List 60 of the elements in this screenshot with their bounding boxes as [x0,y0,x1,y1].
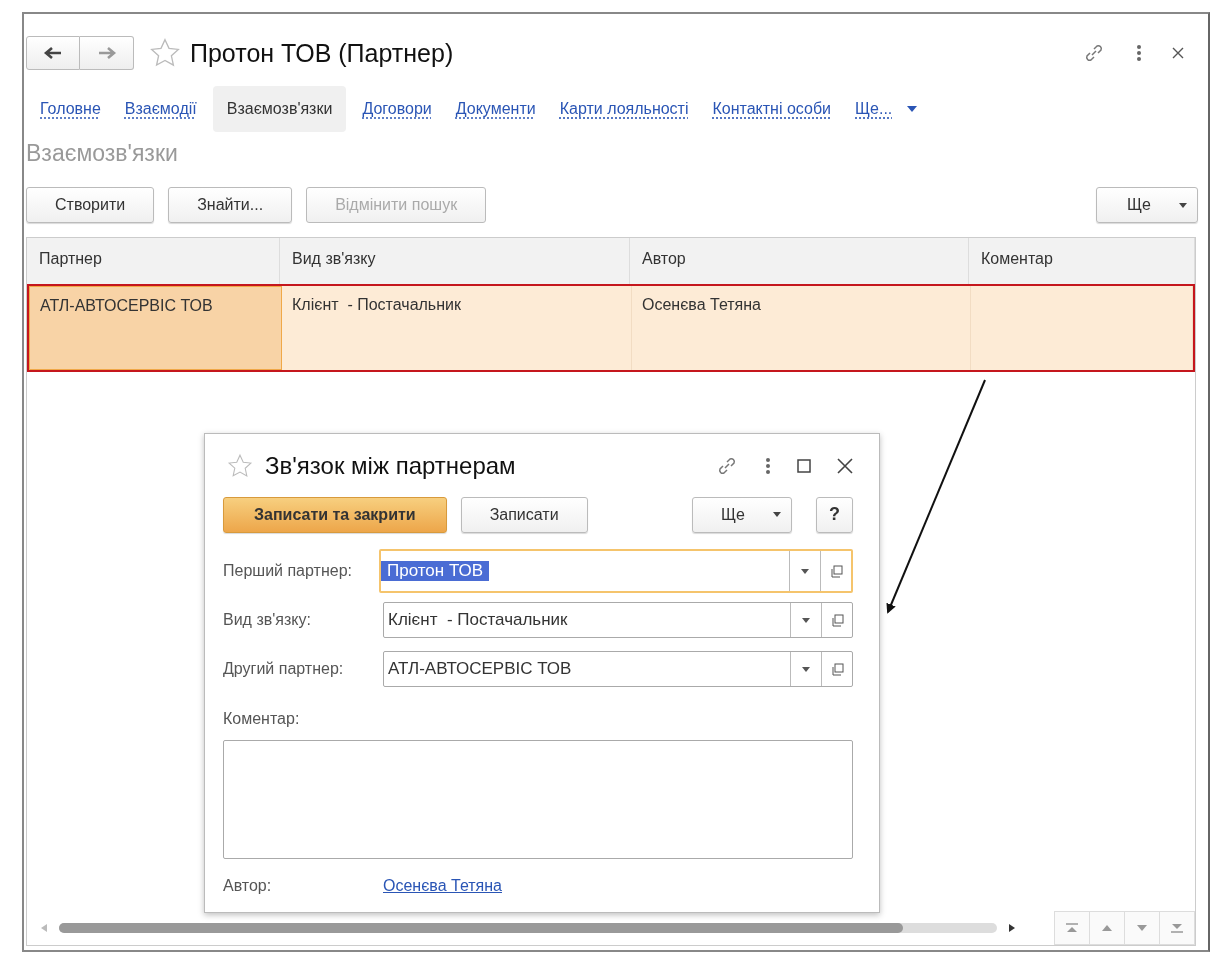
more-button[interactable]: Ще [1096,187,1198,223]
tab[interactable]: Карти лояльності [551,86,697,132]
tab[interactable]: Договори [354,86,440,132]
tab[interactable]: Головне [32,86,109,132]
dropdown-icon[interactable] [801,568,809,574]
close-icon[interactable] [837,458,853,475]
author-link[interactable]: Осенєва Тетяна [383,876,502,895]
caret-icon [1179,202,1187,208]
caret-icon [906,105,919,113]
toolbar-button[interactable]: Знайти... [168,187,293,223]
open-icon[interactable] [829,564,843,578]
scroll-right-icon[interactable] [1009,924,1015,932]
more-button[interactable]: Ще [692,496,792,533]
dialog-title: Зв'язок між партнерам [265,452,516,481]
caret-icon [773,512,781,518]
toolbar-button[interactable]: Створити [26,187,155,223]
table-row[interactable]: АТЛ-АВТОСЕРВІС ТОВ Клієнт - Постачальник Осенєва Тетяна [27,284,1195,372]
up-icon [1100,924,1114,932]
field-label: Перший партнер: [223,562,353,581]
table-cell: АТЛ-АВТОСЕРВІС ТОВ [29,286,282,370]
more-tabs-link[interactable]: Ще... [847,86,927,132]
scroll-up-button[interactable] [1089,911,1125,945]
window-title: Протон ТОВ (Партнер) [190,38,454,68]
author-label: Автор: [223,876,273,895]
help-button[interactable]: ? [816,496,853,533]
last-icon [1170,923,1184,933]
more-options-icon[interactable] [1136,44,1142,62]
open-icon[interactable] [830,613,844,627]
star-icon[interactable] [148,37,182,69]
first-icon [1065,923,1079,933]
more-options-icon[interactable] [765,457,771,476]
open-icon[interactable] [830,662,844,676]
section-title: Взаємозв'язки [25,139,179,167]
dropdown-icon[interactable] [802,666,810,672]
tab[interactable]: Взаємодії [116,86,205,132]
right-arrow-icon [96,46,117,60]
save-and-close-button[interactable]: Записати та закрити [223,496,447,533]
tab[interactable]: Контактні особи [704,86,840,132]
input-field[interactable]: АТЛ-АВТОСЕРВІС ТОВ [383,651,853,688]
close-icon[interactable] [1172,47,1184,59]
field-label: Вид зв'язку: [223,611,312,630]
dropdown-icon[interactable] [802,617,810,623]
comment-label: Коментар: [223,708,301,729]
left-arrow-icon [43,46,63,60]
comment-field[interactable] [223,739,853,860]
maximize-icon[interactable] [797,459,811,474]
tab[interactable]: Взаємозв'язки [212,86,347,132]
table-cell: Осенєва Тетяна [632,286,971,370]
tab[interactable]: Документи [447,86,544,132]
input-field[interactable]: Клієнт - Постачальник [383,602,853,639]
down-icon [1135,924,1149,932]
back-button[interactable] [26,36,80,70]
table-cell: Клієнт - Постачальник [282,286,632,370]
field-label: Другий партнер: [223,660,345,679]
scroll-bottom-button[interactable] [1159,911,1195,945]
input-field[interactable]: Протон ТОВ [379,549,853,594]
scroll-top-button[interactable] [1054,911,1090,945]
star-icon[interactable] [227,453,253,480]
save-button[interactable]: Записати [460,496,588,533]
scroll-down-button[interactable] [1124,911,1160,945]
